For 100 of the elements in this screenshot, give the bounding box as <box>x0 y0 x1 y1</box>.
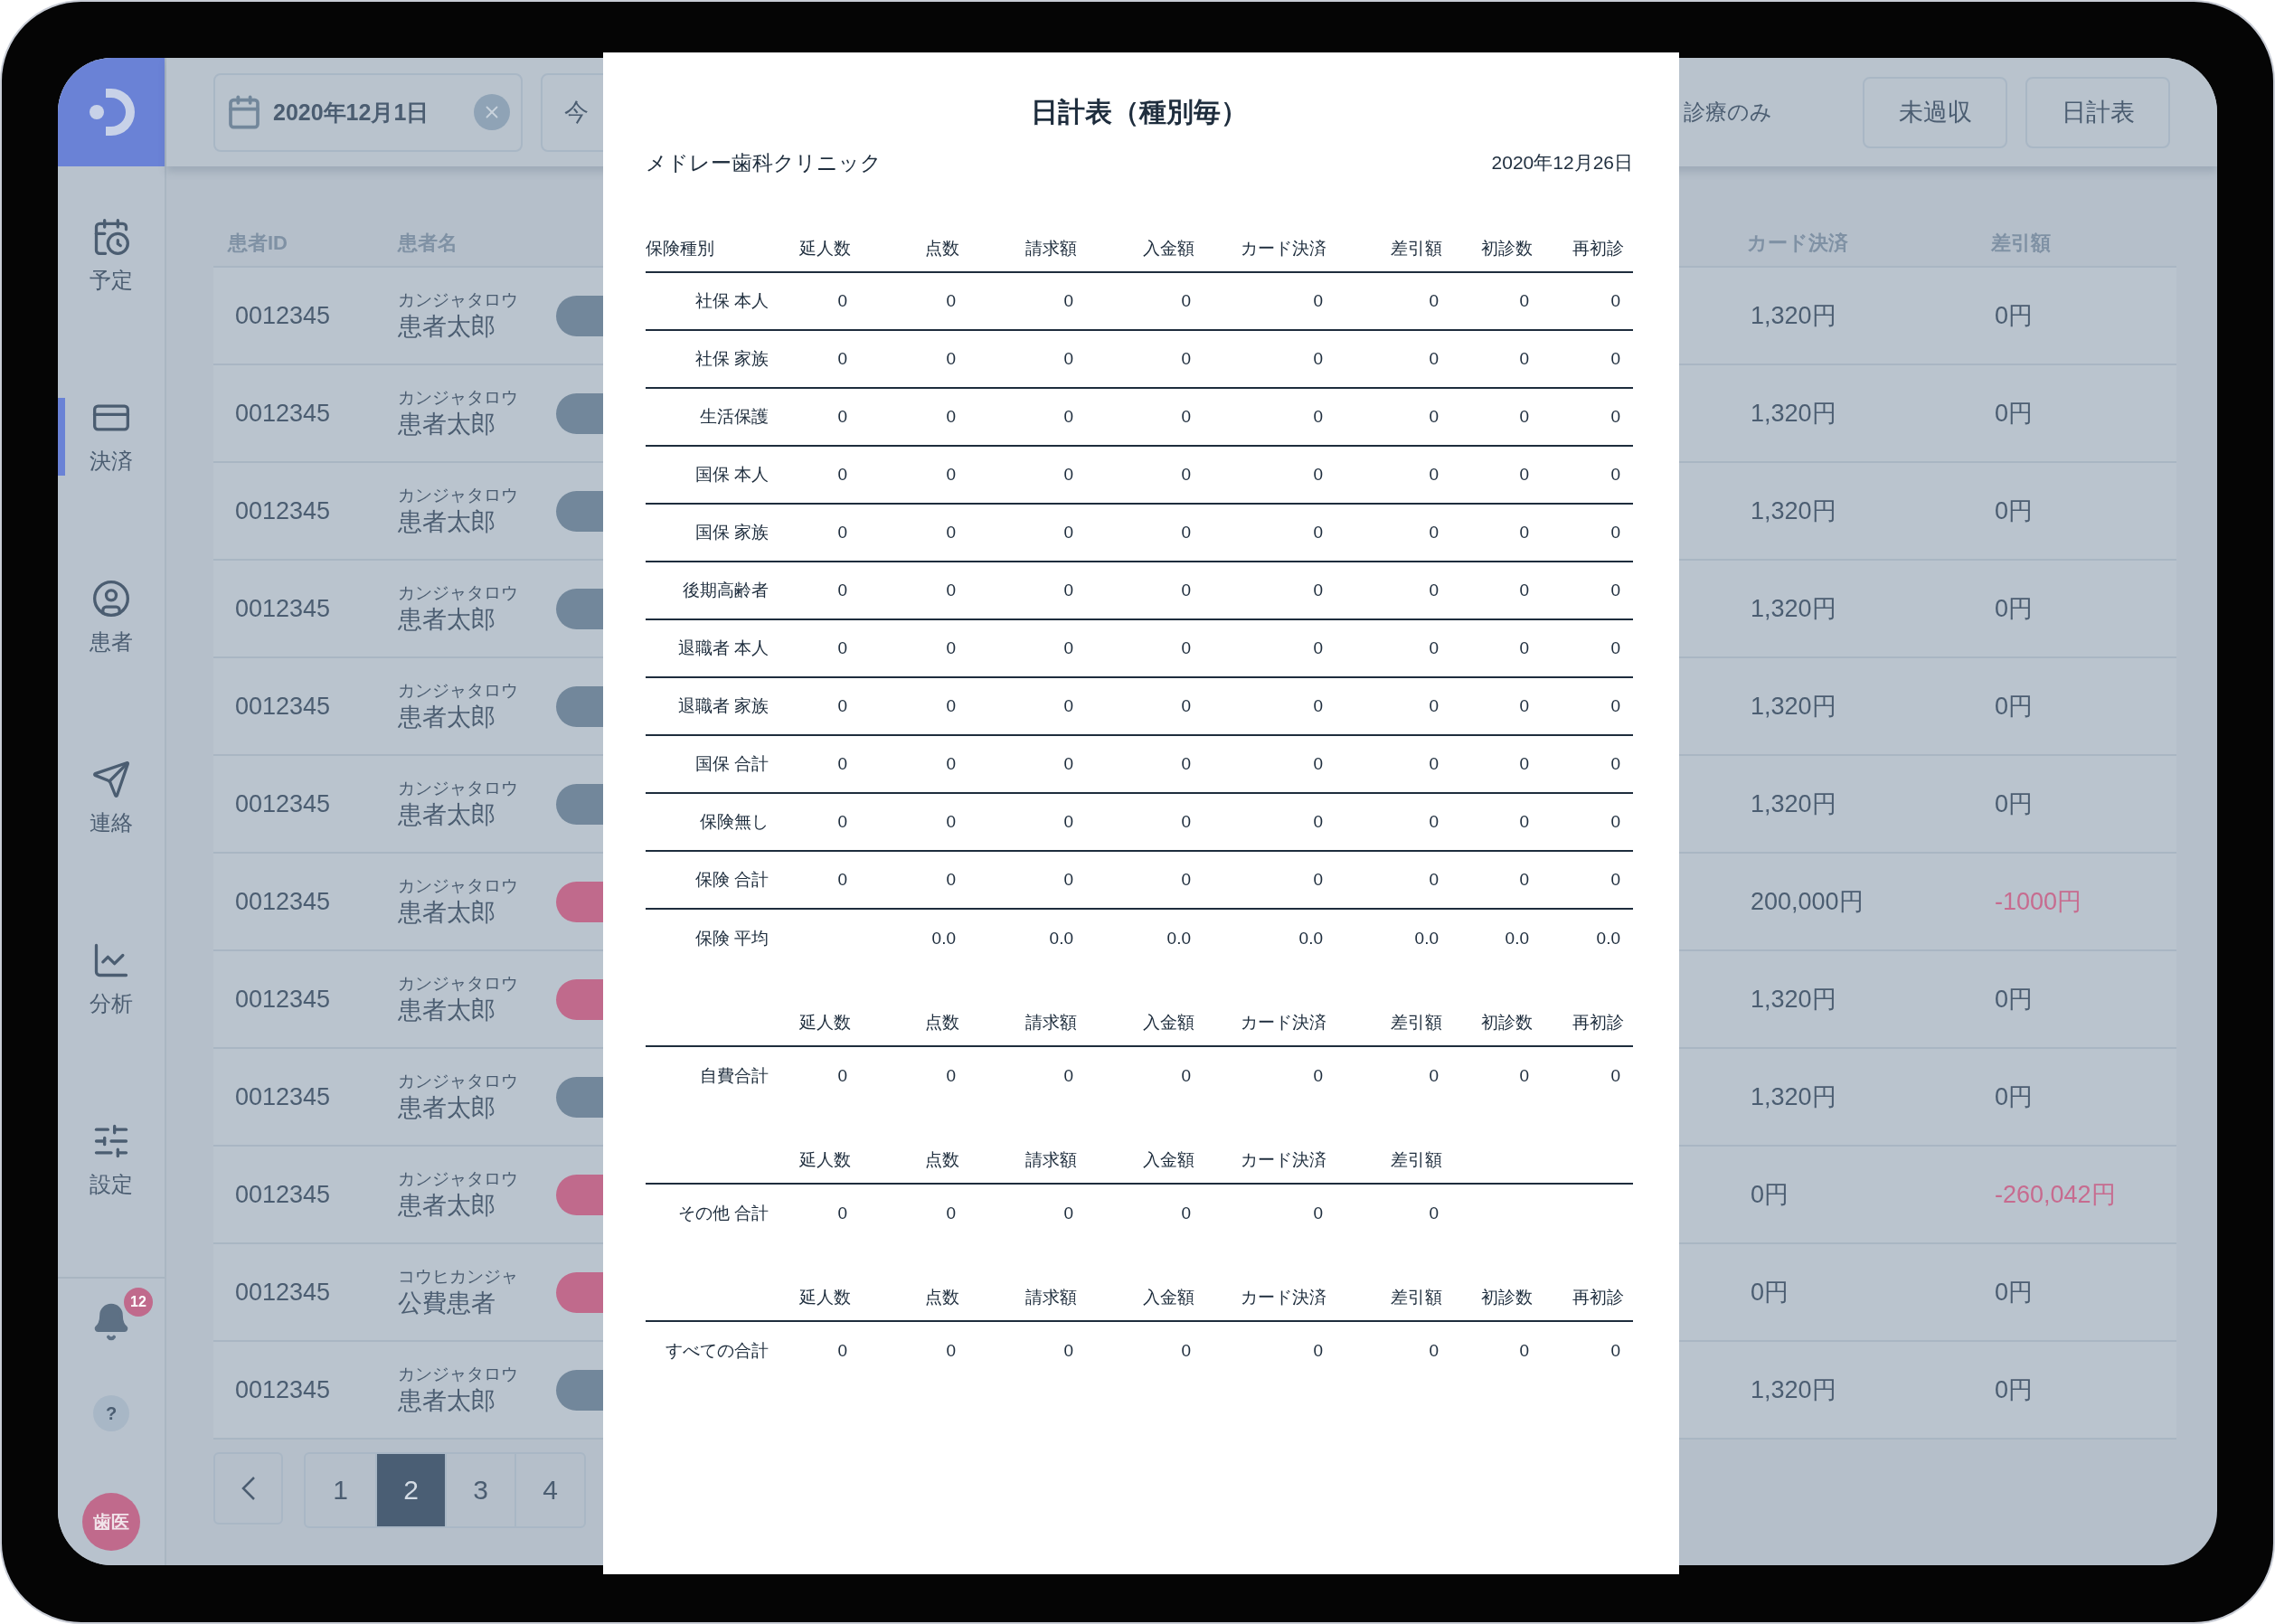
row-label: 社保 家族 <box>694 348 769 370</box>
discount-amount: 0円 <box>1994 789 2034 819</box>
patient-kana: カンジャタロウ <box>398 289 519 311</box>
table-cell-text: 0 <box>1609 812 1621 832</box>
nav-item[interactable]: 患者 <box>58 579 165 656</box>
row-label: その他 合計 <box>676 1203 769 1224</box>
table-cell-text: 0 <box>945 349 957 369</box>
nav-item[interactable]: 決済 <box>58 398 165 476</box>
table-cell-text: 0 <box>1062 349 1074 369</box>
toolbar-button[interactable]: 日計表 <box>2025 76 2170 148</box>
paper-plane-icon <box>91 760 131 799</box>
column-header: 初診数 <box>1480 1012 1533 1034</box>
card-amount: 1,320円 <box>1750 496 1837 526</box>
table-cell-text: 0 <box>1428 696 1440 716</box>
column-header: 入金額 <box>1142 1149 1194 1171</box>
date-field[interactable]: 2020年12月1日 <box>213 72 523 152</box>
nav-item[interactable]: 設定 <box>58 1121 165 1199</box>
toolbar-button[interactable]: 未過収 <box>1863 76 2007 148</box>
table-cell-text: 0 <box>1312 696 1324 716</box>
clinic-name: メドレー歯科クリニック <box>646 150 882 176</box>
table-cell-text: 0.0 <box>1048 929 1074 949</box>
calendar-icon <box>226 94 262 130</box>
column-header: 初診数 <box>1480 1287 1533 1308</box>
column-header: 再初診 <box>1572 238 1624 260</box>
column-header: 点数 <box>924 1149 959 1171</box>
column-header: カード決済 <box>1240 238 1326 260</box>
nav-item[interactable]: 予定 <box>58 217 165 295</box>
column-header: 保険種別 <box>646 238 715 260</box>
row-label: 保険無し <box>699 811 769 833</box>
patient-id: 0012345 <box>234 985 332 1014</box>
card-amount: 200,000円 <box>1750 887 1864 917</box>
nav-item[interactable]: 分析 <box>58 940 165 1018</box>
table-cell-text: 0 <box>1062 812 1074 832</box>
column-header: 延人数 <box>798 238 851 260</box>
table-cell-text: 0 <box>1312 1341 1324 1361</box>
table-cell-text: 0 <box>1518 812 1530 832</box>
column-header: 延人数 <box>798 1012 851 1034</box>
card-amount: 1,320円 <box>1750 594 1837 624</box>
table-cell-text: 0 <box>1609 523 1621 543</box>
help-button[interactable]: ? <box>93 1395 129 1431</box>
patient-kana: カンジャタロウ <box>398 680 519 702</box>
table-cell-text: 0 <box>1428 349 1440 369</box>
table-cell-text: 0 <box>1180 1341 1192 1361</box>
column-header: カード決済 <box>1240 1287 1326 1308</box>
table-cell-text: 0 <box>1180 696 1192 716</box>
column-header: 初診数 <box>1480 238 1533 260</box>
table-cell-text: 0 <box>836 291 848 311</box>
table-cell-text: 0 <box>1609 638 1621 658</box>
patient-kana: カンジャタロウ <box>398 1168 519 1190</box>
patient-id: 0012345 <box>234 1375 332 1404</box>
patient-kana: カンジャタロウ <box>398 973 519 995</box>
page-button[interactable]: 4 <box>514 1454 584 1526</box>
table-cell-text: 0 <box>945 754 957 774</box>
table-cell-text: 0.0 <box>1413 929 1440 949</box>
table-cell-text: 0.0 <box>930 929 957 949</box>
table-cell-text: 0 <box>1428 870 1440 890</box>
report-title: 日計表（種別毎） <box>1030 96 1249 128</box>
row-label: 後期高齢者 <box>682 580 769 601</box>
table-cell-text: 0 <box>1312 638 1324 658</box>
patient-id: 0012345 <box>234 1082 332 1111</box>
page-button[interactable]: 2 <box>375 1454 445 1526</box>
column-header: 点数 <box>924 1287 959 1308</box>
table-cell-text: 0 <box>1518 870 1530 890</box>
table-cell-text: 0 <box>1062 1341 1074 1361</box>
table-cell-text: 0 <box>1062 696 1074 716</box>
patient-name: 患者太郎 <box>398 312 496 342</box>
page-button[interactable]: 3 <box>445 1454 514 1526</box>
table-cell-text: 0 <box>1062 581 1074 600</box>
table-cell-text: 0 <box>1312 465 1324 485</box>
table-cell-text: 0 <box>836 1341 848 1361</box>
table-cell-text: 0 <box>1428 523 1440 543</box>
patient-id: 0012345 <box>234 594 332 623</box>
patient-name: 患者太郎 <box>398 1191 496 1221</box>
card-amount: 1,320円 <box>1750 1082 1837 1112</box>
table-cell-text: 0 <box>945 870 957 890</box>
patient-name: 患者太郎 <box>398 898 496 928</box>
table-cell-text: 0 <box>945 291 957 311</box>
table-cell-text: 0 <box>945 407 957 427</box>
table-cell-text: 0 <box>945 696 957 716</box>
table-cell-text: 0 <box>1180 638 1192 658</box>
discount-amount: 0円 <box>1994 399 2034 429</box>
discount-amount: 0円 <box>1994 1278 2034 1308</box>
table-cell-text: 0 <box>1180 754 1192 774</box>
clear-button[interactable] <box>474 94 510 130</box>
logo-block[interactable] <box>58 58 165 166</box>
card-amount: 1,320円 <box>1750 985 1837 1015</box>
nav-item[interactable]: 連絡 <box>58 760 165 837</box>
page-button[interactable]: 1 <box>306 1454 375 1526</box>
row-label: 保険 平均 <box>694 928 769 949</box>
patient-kana: カンジャタロウ <box>398 387 519 409</box>
user-avatar[interactable]: 歯医 <box>82 1493 140 1551</box>
table-cell-text: 0 <box>945 1341 957 1361</box>
table-cell-text: 0 <box>1180 581 1192 600</box>
row-label: 国保 家族 <box>694 522 769 543</box>
table-cell-text: 0 <box>1312 812 1324 832</box>
table-cell-text: 0 <box>1428 1341 1440 1361</box>
table-cell-text: 0 <box>1312 523 1324 543</box>
table-cell-text: 0 <box>1518 581 1530 600</box>
patient-name: 患者太郎 <box>398 1386 496 1416</box>
column-header: カード決済 <box>1240 1012 1326 1034</box>
